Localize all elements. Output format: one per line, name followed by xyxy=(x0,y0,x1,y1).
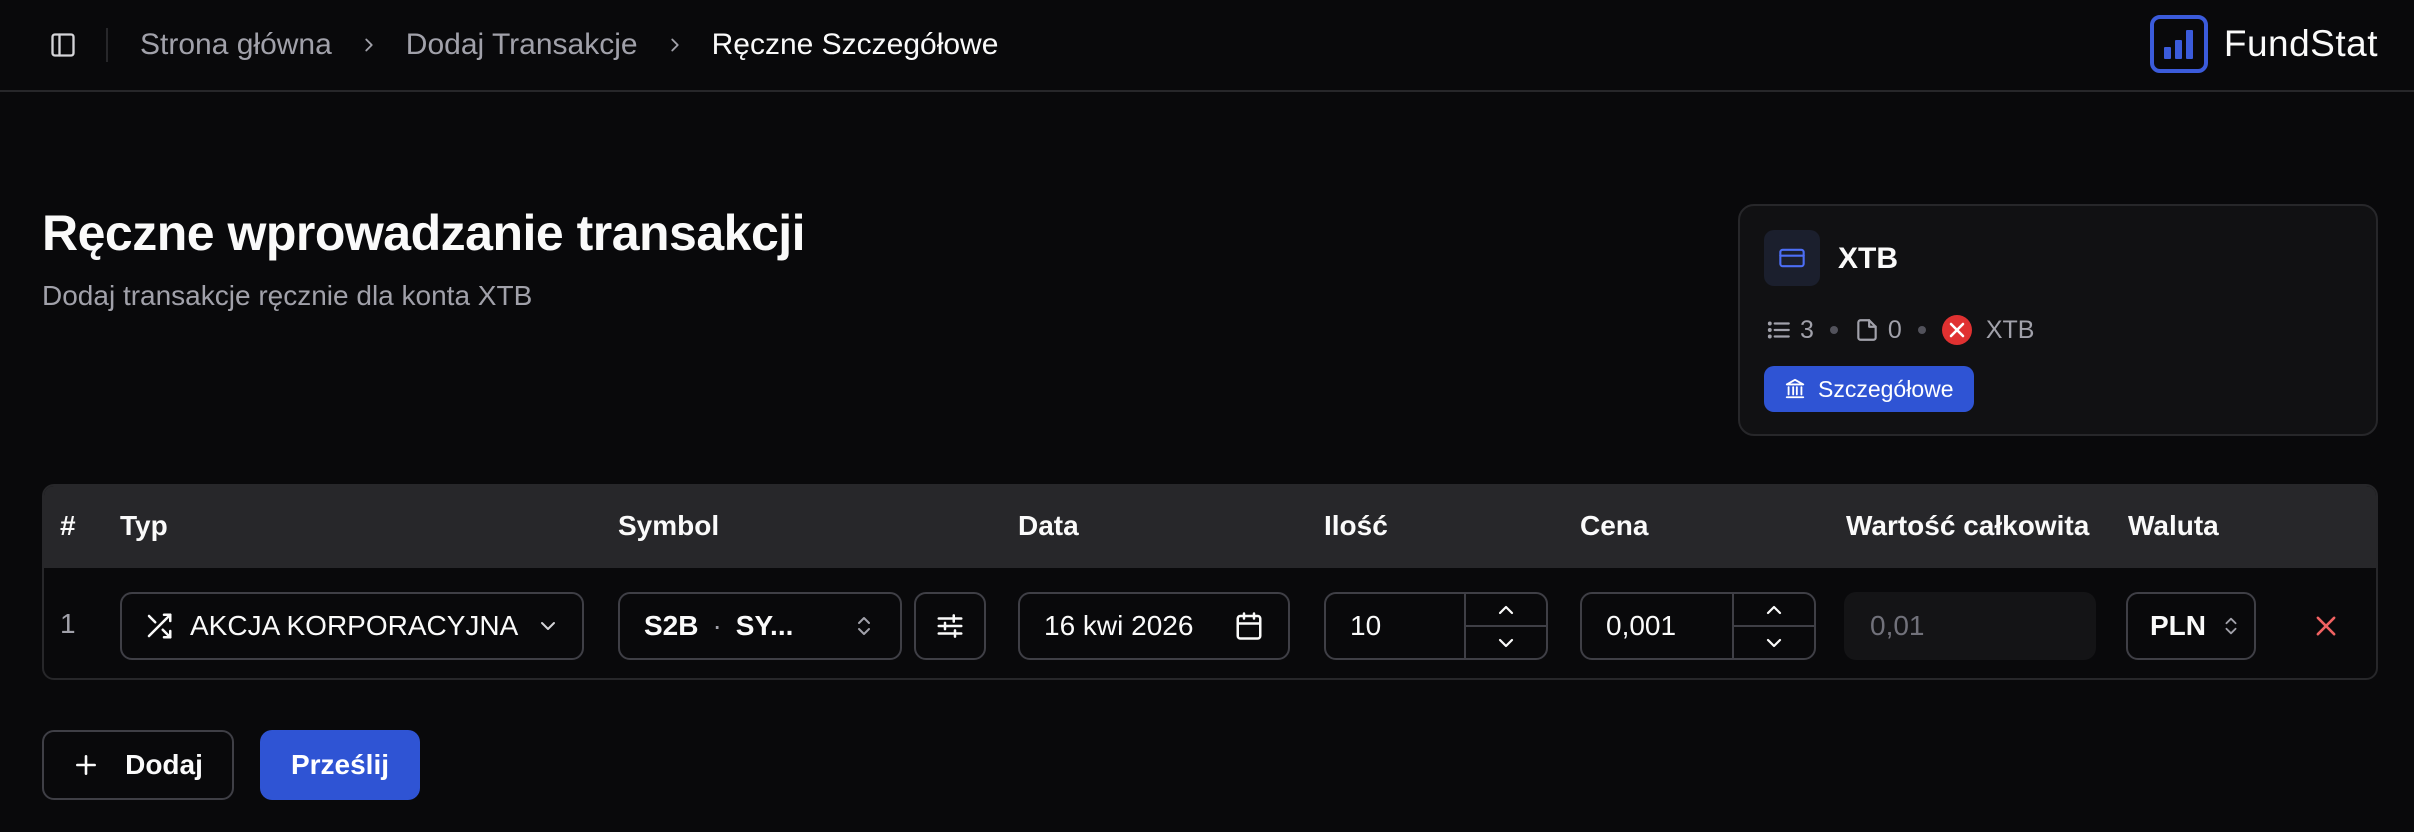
chevrons-up-down-icon xyxy=(2225,617,2237,635)
type-select-value: AKCJA KORPORACYJNA xyxy=(190,610,519,641)
bar-chart-logo-icon xyxy=(2149,15,2208,73)
quantity-stepper[interactable]: 10 xyxy=(1324,592,1548,660)
submit-button[interactable]: Prześlij xyxy=(260,730,420,800)
symbol-name: SY... xyxy=(735,610,794,641)
remove-row-button[interactable] xyxy=(2306,606,2346,646)
page-title: Ręczne wprowadzanie transakcji xyxy=(42,205,806,261)
file-icon xyxy=(1857,319,1877,341)
top-header: Strona główna Dodaj Transakcje Ręczne Sz… xyxy=(0,0,2414,92)
column-header-price: Cena xyxy=(1580,510,1649,541)
account-meta: 3 0 XTB xyxy=(1766,312,2034,348)
breadcrumb-add-transactions-link[interactable]: Dodaj Transakcje xyxy=(406,28,638,62)
date-picker[interactable]: 16 kwi 2026 xyxy=(1018,592,1290,660)
shuffle-icon xyxy=(147,613,172,639)
breadcrumb-current-page: Ręczne Szczegółowe xyxy=(711,28,999,61)
date-value: 16 kwi 2026 xyxy=(1044,610,1194,641)
price-stepper-buttons xyxy=(1732,594,1814,658)
plus-icon xyxy=(76,755,97,775)
column-header-symbol: Symbol xyxy=(618,510,720,541)
symbol-options-button[interactable] xyxy=(914,592,986,660)
list-icon xyxy=(1767,321,1790,339)
broker-name: XTB xyxy=(1985,315,2035,344)
column-header-index: # xyxy=(60,510,76,541)
table-row: 1 AKCJA KORPORACYJNA S2B · SY... 16 kwi … xyxy=(44,568,2376,678)
separator-dot xyxy=(1829,326,1838,334)
separator-dot xyxy=(1917,326,1926,334)
add-row-label: Dodaj xyxy=(125,749,203,780)
type-select[interactable]: AKCJA KORPORACYJNA xyxy=(120,592,584,660)
add-row-button[interactable]: Dodaj xyxy=(42,730,234,800)
transactions-table: # Typ Symbol Data Ilość Cena Wartość cał… xyxy=(42,484,2378,680)
brand[interactable]: FundStat xyxy=(2149,13,2378,75)
credit-card-icon xyxy=(1764,230,1820,286)
chevron-up-icon xyxy=(1766,605,1782,614)
row-index: 1 xyxy=(60,608,76,639)
price-input[interactable]: 0,001 xyxy=(1582,610,1732,642)
close-icon xyxy=(2316,616,2336,636)
symbol-code: S2B xyxy=(644,610,699,641)
account-card: XTB 3 0 XTB Szczegółowe xyxy=(1738,204,2378,436)
sidebar-icon xyxy=(51,33,75,57)
documents-count: 0 xyxy=(1887,315,1902,344)
account-type-badge: Szczegółowe xyxy=(1764,366,1974,412)
page-subtitle: Dodaj transakcje ręcznie dla konta XTB xyxy=(42,280,533,311)
submit-label: Prześlij xyxy=(290,749,390,780)
chevron-down-icon xyxy=(1766,638,1782,647)
sliders-horizontal-icon xyxy=(937,614,963,638)
bank-icon xyxy=(1785,378,1805,399)
chevron-right-icon xyxy=(365,38,373,52)
quantity-stepper-buttons xyxy=(1464,594,1546,658)
chevron-down-icon xyxy=(1498,638,1514,647)
total-value-field: 0,01 xyxy=(1844,592,2096,660)
sidebar-toggle-button[interactable] xyxy=(40,22,86,68)
chevron-down-icon xyxy=(541,622,555,630)
column-header-type: Typ xyxy=(120,510,168,541)
column-header-quantity: Ilość xyxy=(1324,510,1388,541)
chevrons-up-down-icon xyxy=(858,617,870,635)
breadcrumb-home-link[interactable]: Strona główna xyxy=(140,28,332,62)
account-type-label: Szczegółowe xyxy=(1818,375,1954,402)
column-header-total: Wartość całkowita xyxy=(1846,510,2090,541)
price-decrement-button[interactable] xyxy=(1734,625,1814,658)
currency-select[interactable]: PLN xyxy=(2126,592,2256,660)
symbol-select[interactable]: S2B · SY... xyxy=(618,592,902,660)
breadcrumb: Strona główna Dodaj Transakcje Ręczne Sz… xyxy=(140,22,998,68)
quantity-increment-button[interactable] xyxy=(1466,594,1546,625)
brand-name: FundStat xyxy=(2223,23,2378,64)
total-value: 0,01 xyxy=(1870,610,1925,641)
column-header-currency: Waluta xyxy=(2128,510,2219,541)
table-header: # Typ Symbol Data Ilość Cena Wartość cał… xyxy=(44,486,2376,568)
calendar-icon xyxy=(1236,612,1262,640)
chevron-right-icon xyxy=(670,38,679,52)
chevron-up-icon xyxy=(1498,605,1514,614)
currency-value: PLN xyxy=(2150,610,2206,641)
account-name: XTB xyxy=(1838,242,1898,275)
price-stepper[interactable]: 0,001 xyxy=(1580,592,1816,660)
quantity-input[interactable]: 10 xyxy=(1326,610,1464,642)
quantity-decrement-button[interactable] xyxy=(1466,625,1546,658)
broker-logo-icon xyxy=(1941,315,1972,345)
price-increment-button[interactable] xyxy=(1734,594,1814,625)
header-divider xyxy=(106,28,108,62)
column-header-date: Data xyxy=(1018,510,1079,541)
symbol-separator: · xyxy=(712,610,722,641)
transactions-count: 3 xyxy=(1800,315,1814,344)
